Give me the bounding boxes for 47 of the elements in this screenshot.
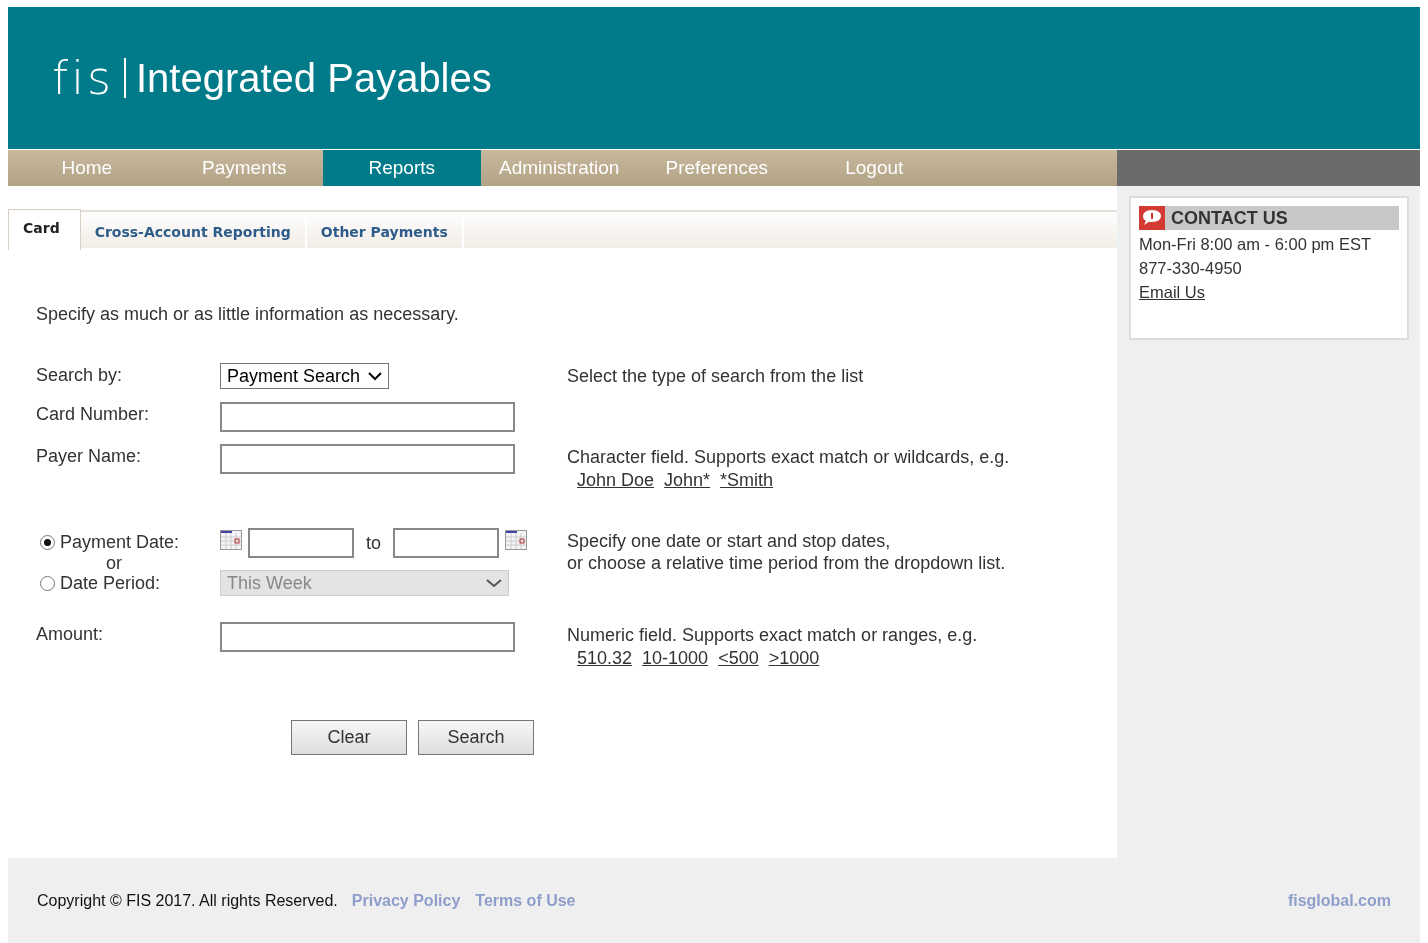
contact-hours: Mon-Fri 8:00 am - 6:00 pm EST [1139,235,1372,254]
field-label: Card Number: [36,403,151,425]
logo: fis [52,55,114,101]
calendar-icon[interactable] [505,530,527,550]
search-by-dropdown[interactable]: Payment Search [220,363,390,389]
payer-name-field[interactable] [220,444,515,474]
example-link[interactable]: >1000 [768,648,820,668]
radio-button[interactable] [40,576,55,591]
chevron-down-icon [368,371,383,381]
example-link[interactable]: John* [664,470,711,490]
end-date-field[interactable] [393,528,499,558]
example-link[interactable]: 10-1000 [642,648,709,668]
help-text: Specify one date or start and stop dates, [567,530,892,552]
example-link[interactable]: John Doe [577,470,655,490]
field-label: Payer Name: [36,445,143,467]
form-button[interactable]: Search [418,720,534,755]
card-number-field[interactable] [220,402,515,432]
start-date-field[interactable] [248,528,354,558]
calendar-icon[interactable] [220,530,242,550]
contact-phone: 877-330-4950 [1139,259,1243,278]
help-text: Character field. Supports exact match or wildcards, e.g. John Doe John* *Smith [567,446,1011,492]
app-title: Integrated Payables [135,58,492,98]
or-text: or [105,553,123,573]
form-button[interactable]: Clear [291,720,407,755]
speech-bubble-icon [1139,206,1165,230]
copyright-text: Copyright © FIS 2017. All rights Reserved. [37,891,338,910]
chevron-down-icon [486,578,502,588]
nav-item[interactable]: Reports [323,150,481,186]
field-label: Search by: [36,364,124,386]
to-text: to [366,533,381,554]
field-label: Amount: [36,623,105,645]
email-link[interactable]: Email Us [1139,283,1399,302]
help-text: Numeric field. Supports exact match or ranges, e.g. 510.32 10-1000 <500 >1000 [567,624,979,670]
example-link[interactable]: 510.32 [577,648,633,668]
tab[interactable]: Other Payments [306,218,464,248]
radio-label: Payment Date: [60,532,180,553]
radio-label: Date Period: [60,573,161,594]
contact-title: CONTACT US [1171,207,1288,229]
tab[interactable]: Cross-Account Reporting [80,218,307,248]
radio-button[interactable] [40,535,55,550]
help-text: or choose a relative time period from the dropdown list. [567,552,1007,574]
tab[interactable]: Card [8,209,81,250]
example-link[interactable]: <500 [718,648,759,668]
amount-field[interactable] [220,622,515,652]
help-text: Select the type of search from the list [567,365,865,388]
intro-text: Specify as much or as little information as necessary. [36,304,460,325]
example-link[interactable]: *Smith [720,470,774,490]
